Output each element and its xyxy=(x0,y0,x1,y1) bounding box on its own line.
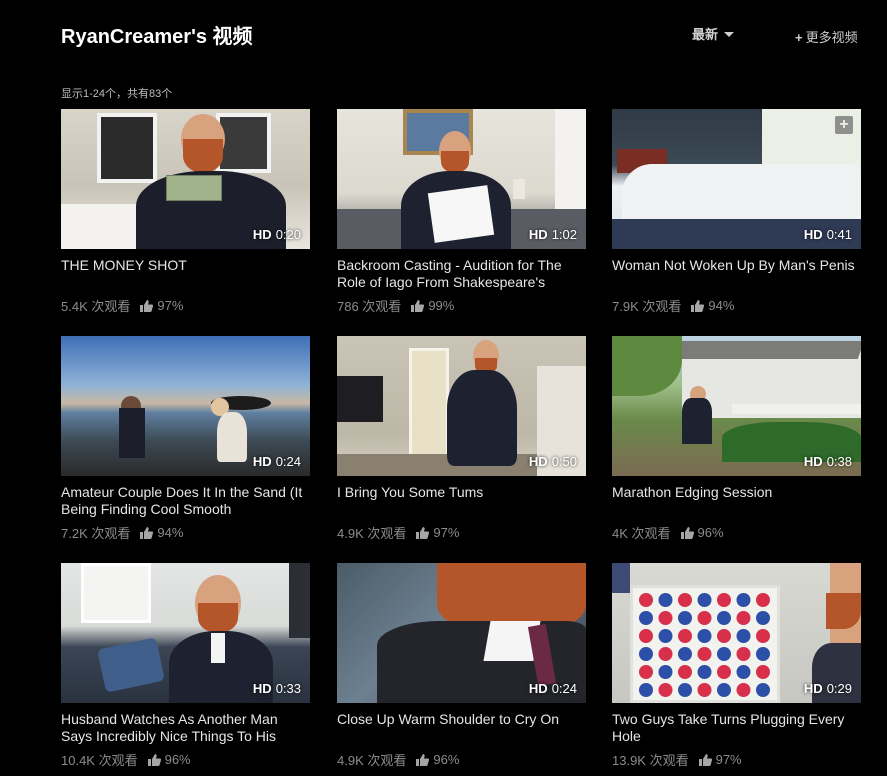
connect-four-board-icon xyxy=(639,593,770,697)
more-videos-label: 更多视频 xyxy=(805,30,858,45)
add-to-playlist-icon[interactable]: + xyxy=(835,116,853,134)
video-meta: 5.4K 次观看 97% xyxy=(61,296,310,315)
rating: 96% xyxy=(433,752,460,767)
thumbs-up-icon xyxy=(140,299,154,312)
video-meta: 13.9K 次观看 97% xyxy=(612,750,861,769)
video-title[interactable]: Two Guys Take Turns Plugging Every Hole xyxy=(612,711,861,745)
video-meta: 4K 次观看 96% xyxy=(612,523,861,542)
view-count: 10.4K 次观看 xyxy=(61,753,138,768)
view-count: 5.4K 次观看 xyxy=(61,299,131,314)
view-count: 4.9K 次观看 xyxy=(337,753,407,768)
view-count: 7.2K 次观看 xyxy=(61,526,131,541)
rating: 96% xyxy=(164,752,191,767)
result-count: 显示1-24个，共有83个 xyxy=(61,88,173,100)
view-count: 4K 次观看 xyxy=(612,526,671,541)
duration-badge: HD 0:20 xyxy=(252,227,301,242)
rating: 94% xyxy=(157,525,184,540)
video-card: HD 0:29 Two Guys Take Turns Plugging Ever… xyxy=(612,563,861,769)
plus-icon: + xyxy=(795,30,803,45)
thumbs-up-icon xyxy=(416,753,430,766)
rating: 97% xyxy=(157,298,184,313)
video-card: + HD 0:41 Woman Not Woken Up By Man's Pen… xyxy=(612,109,861,315)
video-card: HD 0:24 Amateur Couple Does It In the San… xyxy=(61,336,310,542)
video-meta: 786 次观看 99% xyxy=(337,296,586,315)
sort-label: 最新 xyxy=(692,27,719,42)
video-card: HD 0:33 Husband Watches As Another Man Sa… xyxy=(61,563,310,769)
thumbs-up-icon xyxy=(698,753,712,766)
caret-down-icon xyxy=(724,31,735,37)
video-meta: 4.9K 次观看 96% xyxy=(337,750,586,769)
video-card: HD 0:24 Close Up Warm Shoulder to Cry On … xyxy=(337,563,586,769)
rating: 97% xyxy=(433,525,460,540)
video-title[interactable]: Close Up Warm Shoulder to Cry On xyxy=(337,711,586,745)
video-thumbnail[interactable]: + HD 0:41 xyxy=(612,109,861,249)
duration-badge: HD 1:02 xyxy=(528,227,577,242)
video-meta: 7.9K 次观看 94% xyxy=(612,296,861,315)
thumbs-up-icon xyxy=(140,526,154,539)
video-meta: 4.9K 次观看 97% xyxy=(337,523,586,542)
video-title[interactable]: Woman Not Woken Up By Man's Penis xyxy=(612,257,861,291)
video-card: HD 0:50 I Bring You Some Tums 4.9K 次观看 97… xyxy=(337,336,586,542)
duration-badge: HD 0:41 xyxy=(803,227,852,242)
video-thumbnail[interactable]: HD 0:38 xyxy=(612,336,861,476)
rating: 94% xyxy=(708,298,735,313)
video-card: HD 1:02 Backroom Casting - Audition for T… xyxy=(337,109,586,315)
duration-badge: HD 0:33 xyxy=(252,681,301,696)
thumbs-up-icon xyxy=(691,299,705,312)
thumbs-up-icon xyxy=(680,526,694,539)
video-title[interactable]: Amateur Couple Does It In the Sand (It B… xyxy=(61,484,310,518)
video-card: HD 0:38 Marathon Edging Session 4K 次观看 96… xyxy=(612,336,861,542)
view-count: 786 次观看 xyxy=(337,299,402,314)
duration-badge: HD 0:29 xyxy=(803,681,852,696)
duration-badge: HD 0:50 xyxy=(528,454,577,469)
video-title[interactable]: THE MONEY SHOT xyxy=(61,257,310,291)
view-count: 13.9K 次观看 xyxy=(612,753,689,768)
video-title[interactable]: I Bring You Some Tums xyxy=(337,484,586,518)
duration-badge: HD 0:38 xyxy=(803,454,852,469)
video-meta: 10.4K 次观看 96% xyxy=(61,750,310,769)
sort-dropdown[interactable]: 最新 xyxy=(692,24,735,43)
thumbs-up-icon xyxy=(147,753,161,766)
video-title[interactable]: Marathon Edging Session xyxy=(612,484,861,518)
video-title[interactable]: Backroom Casting - Audition for The Role… xyxy=(337,257,586,291)
video-meta: 7.2K 次观看 94% xyxy=(61,523,310,542)
duration-badge: HD 0:24 xyxy=(252,454,301,469)
thumbs-up-icon xyxy=(416,526,430,539)
rating: 96% xyxy=(697,525,724,540)
rating: 97% xyxy=(715,752,742,767)
video-thumbnail[interactable]: HD 0:20 xyxy=(61,109,310,249)
video-card: HD 0:20 THE MONEY SHOT 5.4K 次观看 97% xyxy=(61,109,310,315)
view-count: 4.9K 次观看 xyxy=(337,526,407,541)
view-count: 7.9K 次观看 xyxy=(612,299,682,314)
video-thumbnail[interactable]: HD 0:33 xyxy=(61,563,310,703)
video-thumbnail[interactable]: HD 1:02 xyxy=(337,109,586,249)
duration-badge: HD 0:24 xyxy=(528,681,577,696)
video-thumbnail[interactable]: HD 0:24 xyxy=(61,336,310,476)
page-header: RyanCreamer's 视频 最新 + 更多视频 xyxy=(0,0,887,80)
rating: 99% xyxy=(428,298,455,313)
more-videos-link[interactable]: + 更多视频 xyxy=(795,27,858,46)
page-title: RyanCreamer's 视频 xyxy=(61,26,253,48)
video-thumbnail[interactable]: HD 0:24 xyxy=(337,563,586,703)
video-thumbnail[interactable]: HD 0:29 xyxy=(612,563,861,703)
video-thumbnail[interactable]: HD 0:50 xyxy=(337,336,586,476)
thumbs-up-icon xyxy=(411,299,425,312)
video-title[interactable]: Husband Watches As Another Man Says Incr… xyxy=(61,711,310,745)
